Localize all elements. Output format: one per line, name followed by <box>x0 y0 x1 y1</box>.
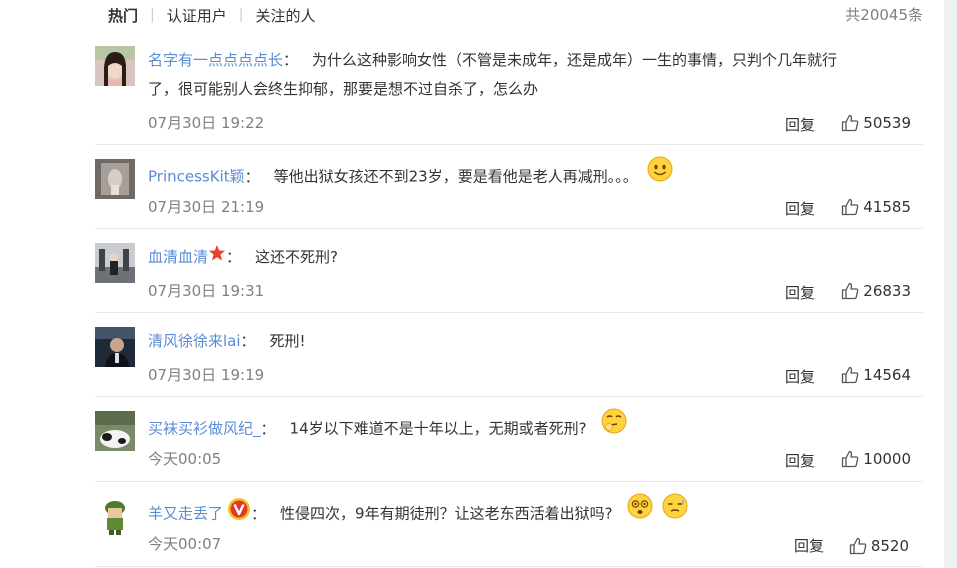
comment-time: 今天00:07 <box>148 535 222 553</box>
comment-text: 14岁以下难道不是十年以上，无期或者死刑? <box>289 419 587 438</box>
tab-verified-users[interactable]: 认证用户 <box>167 5 227 26</box>
avatar[interactable] <box>95 411 135 451</box>
comment-username[interactable]: PrincessKit颖 <box>148 168 245 186</box>
comment-time: 07月30日 19:22 <box>148 114 265 132</box>
colon: ： <box>283 51 299 69</box>
smile-emoji <box>647 156 673 192</box>
comment-item: 羊又走丢了 ： 性侵四次，9年有期徒刑？让这老东西活着出狱吗? 今天00:07 回复… <box>95 482 923 567</box>
comment-item: PrincessKit颖： 等他出狱女孩还不到23岁，要是看他是老人再减刑。。。 … <box>95 145 923 229</box>
comment-username[interactable]: 买袜买衫做风纪_ <box>148 420 261 438</box>
like-count: 26833 <box>863 282 911 300</box>
comment-time: 07月30日 19:31 <box>148 282 265 300</box>
like-button[interactable]: 50539 <box>841 114 911 132</box>
colon: ： <box>226 248 242 266</box>
tab-hot[interactable]: 热门 <box>108 5 138 26</box>
comment-item: 名字有一点点点点长： 为什么这种影响女性（不管是未成年，还是成年）一生的事情，只判… <box>95 30 923 145</box>
avatar[interactable] <box>95 46 135 86</box>
avatar[interactable] <box>95 159 135 199</box>
tab-divider: | <box>150 7 155 23</box>
thumb-up-icon <box>842 450 859 468</box>
colon: ： <box>240 332 256 350</box>
thumb-up-icon <box>842 366 859 384</box>
like-button[interactable]: 10000 <box>841 450 911 468</box>
comment-username[interactable]: 羊又走丢了 <box>148 505 223 523</box>
thinking-emoji <box>601 408 627 444</box>
comment-text: 性侵四次，9年有期徒刑？让这老东西活着出狱吗? <box>280 504 613 523</box>
colon: ： <box>260 419 276 438</box>
colon: ： <box>244 167 260 186</box>
comment-text: 等他出狱女孩还不到23岁，要是看他是老人再减刑。。。 <box>273 167 638 186</box>
like-count: 14564 <box>863 366 911 384</box>
comment-item: 血清血清 ： 这还不死刑? 07月30日 19:31 回复 26833 <box>95 229 923 313</box>
comment-username[interactable]: 名字有一点点点点长 <box>148 51 283 69</box>
avatar[interactable] <box>95 496 135 536</box>
avatar[interactable] <box>95 327 135 367</box>
comment-text: 死刑! <box>269 332 306 350</box>
tab-divider: | <box>238 7 244 23</box>
like-button[interactable]: 26833 <box>841 282 911 300</box>
comment-username[interactable]: 清风徐徐来lai <box>148 332 241 350</box>
comment-item: 买袜买衫做风纪_： 14岁以下难道不是十年以上，无期或者死刑? 今天00:05 回… <box>95 397 923 482</box>
sweat-emoji <box>662 493 688 529</box>
tab-following[interactable]: 关注的人 <box>255 5 315 26</box>
reply-button[interactable]: 回复 <box>785 114 815 135</box>
like-count: 50539 <box>863 114 911 132</box>
comment-item: 清风徐徐来lai： 死刑! 07月30日 19:19 回复 14564 <box>95 313 923 397</box>
comment-panel: 热门 | 认证用户 | 关注的人 共20045条 名字有一点点点点长： 为什么这种… <box>0 0 944 568</box>
star-badge-icon <box>208 243 226 272</box>
reply-button[interactable]: 回复 <box>785 282 815 303</box>
like-button[interactable]: 8520 <box>849 537 909 555</box>
reply-button[interactable]: 回复 <box>794 535 824 556</box>
like-count: 10000 <box>863 450 911 468</box>
reply-button[interactable]: 回复 <box>785 450 815 471</box>
thumb-up-icon <box>842 114 859 132</box>
total-count: 共20045条 <box>845 6 923 24</box>
comment-time: 今天00:05 <box>148 450 222 468</box>
comment-username[interactable]: 血清血清 <box>148 248 208 266</box>
reply-button[interactable]: 回复 <box>785 366 815 387</box>
comment-time: 07月30日 21:19 <box>148 198 265 216</box>
reply-button[interactable]: 回复 <box>785 198 815 219</box>
thumb-up-icon <box>842 198 859 216</box>
comment-time: 07月30日 19:19 <box>148 366 265 384</box>
page-gutter <box>944 0 957 568</box>
colon: ： <box>251 504 267 523</box>
like-count: 41585 <box>863 198 911 216</box>
avatar[interactable] <box>95 243 135 283</box>
vip-v-badge-icon <box>227 497 251 531</box>
comment-tabs: 热门 | 认证用户 | 关注的人 <box>108 4 315 26</box>
comment-text: 这还不死刑? <box>255 248 338 266</box>
thumb-up-icon <box>842 282 859 300</box>
like-button[interactable]: 41585 <box>841 198 911 216</box>
comment-text: 为什么这种影响女性（不管是未成年，还是成年）一生的事情，只判个几年就行 <box>312 51 838 69</box>
dizzy-emoji <box>627 493 653 529</box>
thumb-up-icon <box>849 537 867 555</box>
like-button[interactable]: 14564 <box>841 366 911 384</box>
like-count: 8520 <box>870 537 909 555</box>
comment-text-line2: 了，很可能别人会终生抑郁，那要是想不过自杀了，怎么办 <box>148 80 539 98</box>
